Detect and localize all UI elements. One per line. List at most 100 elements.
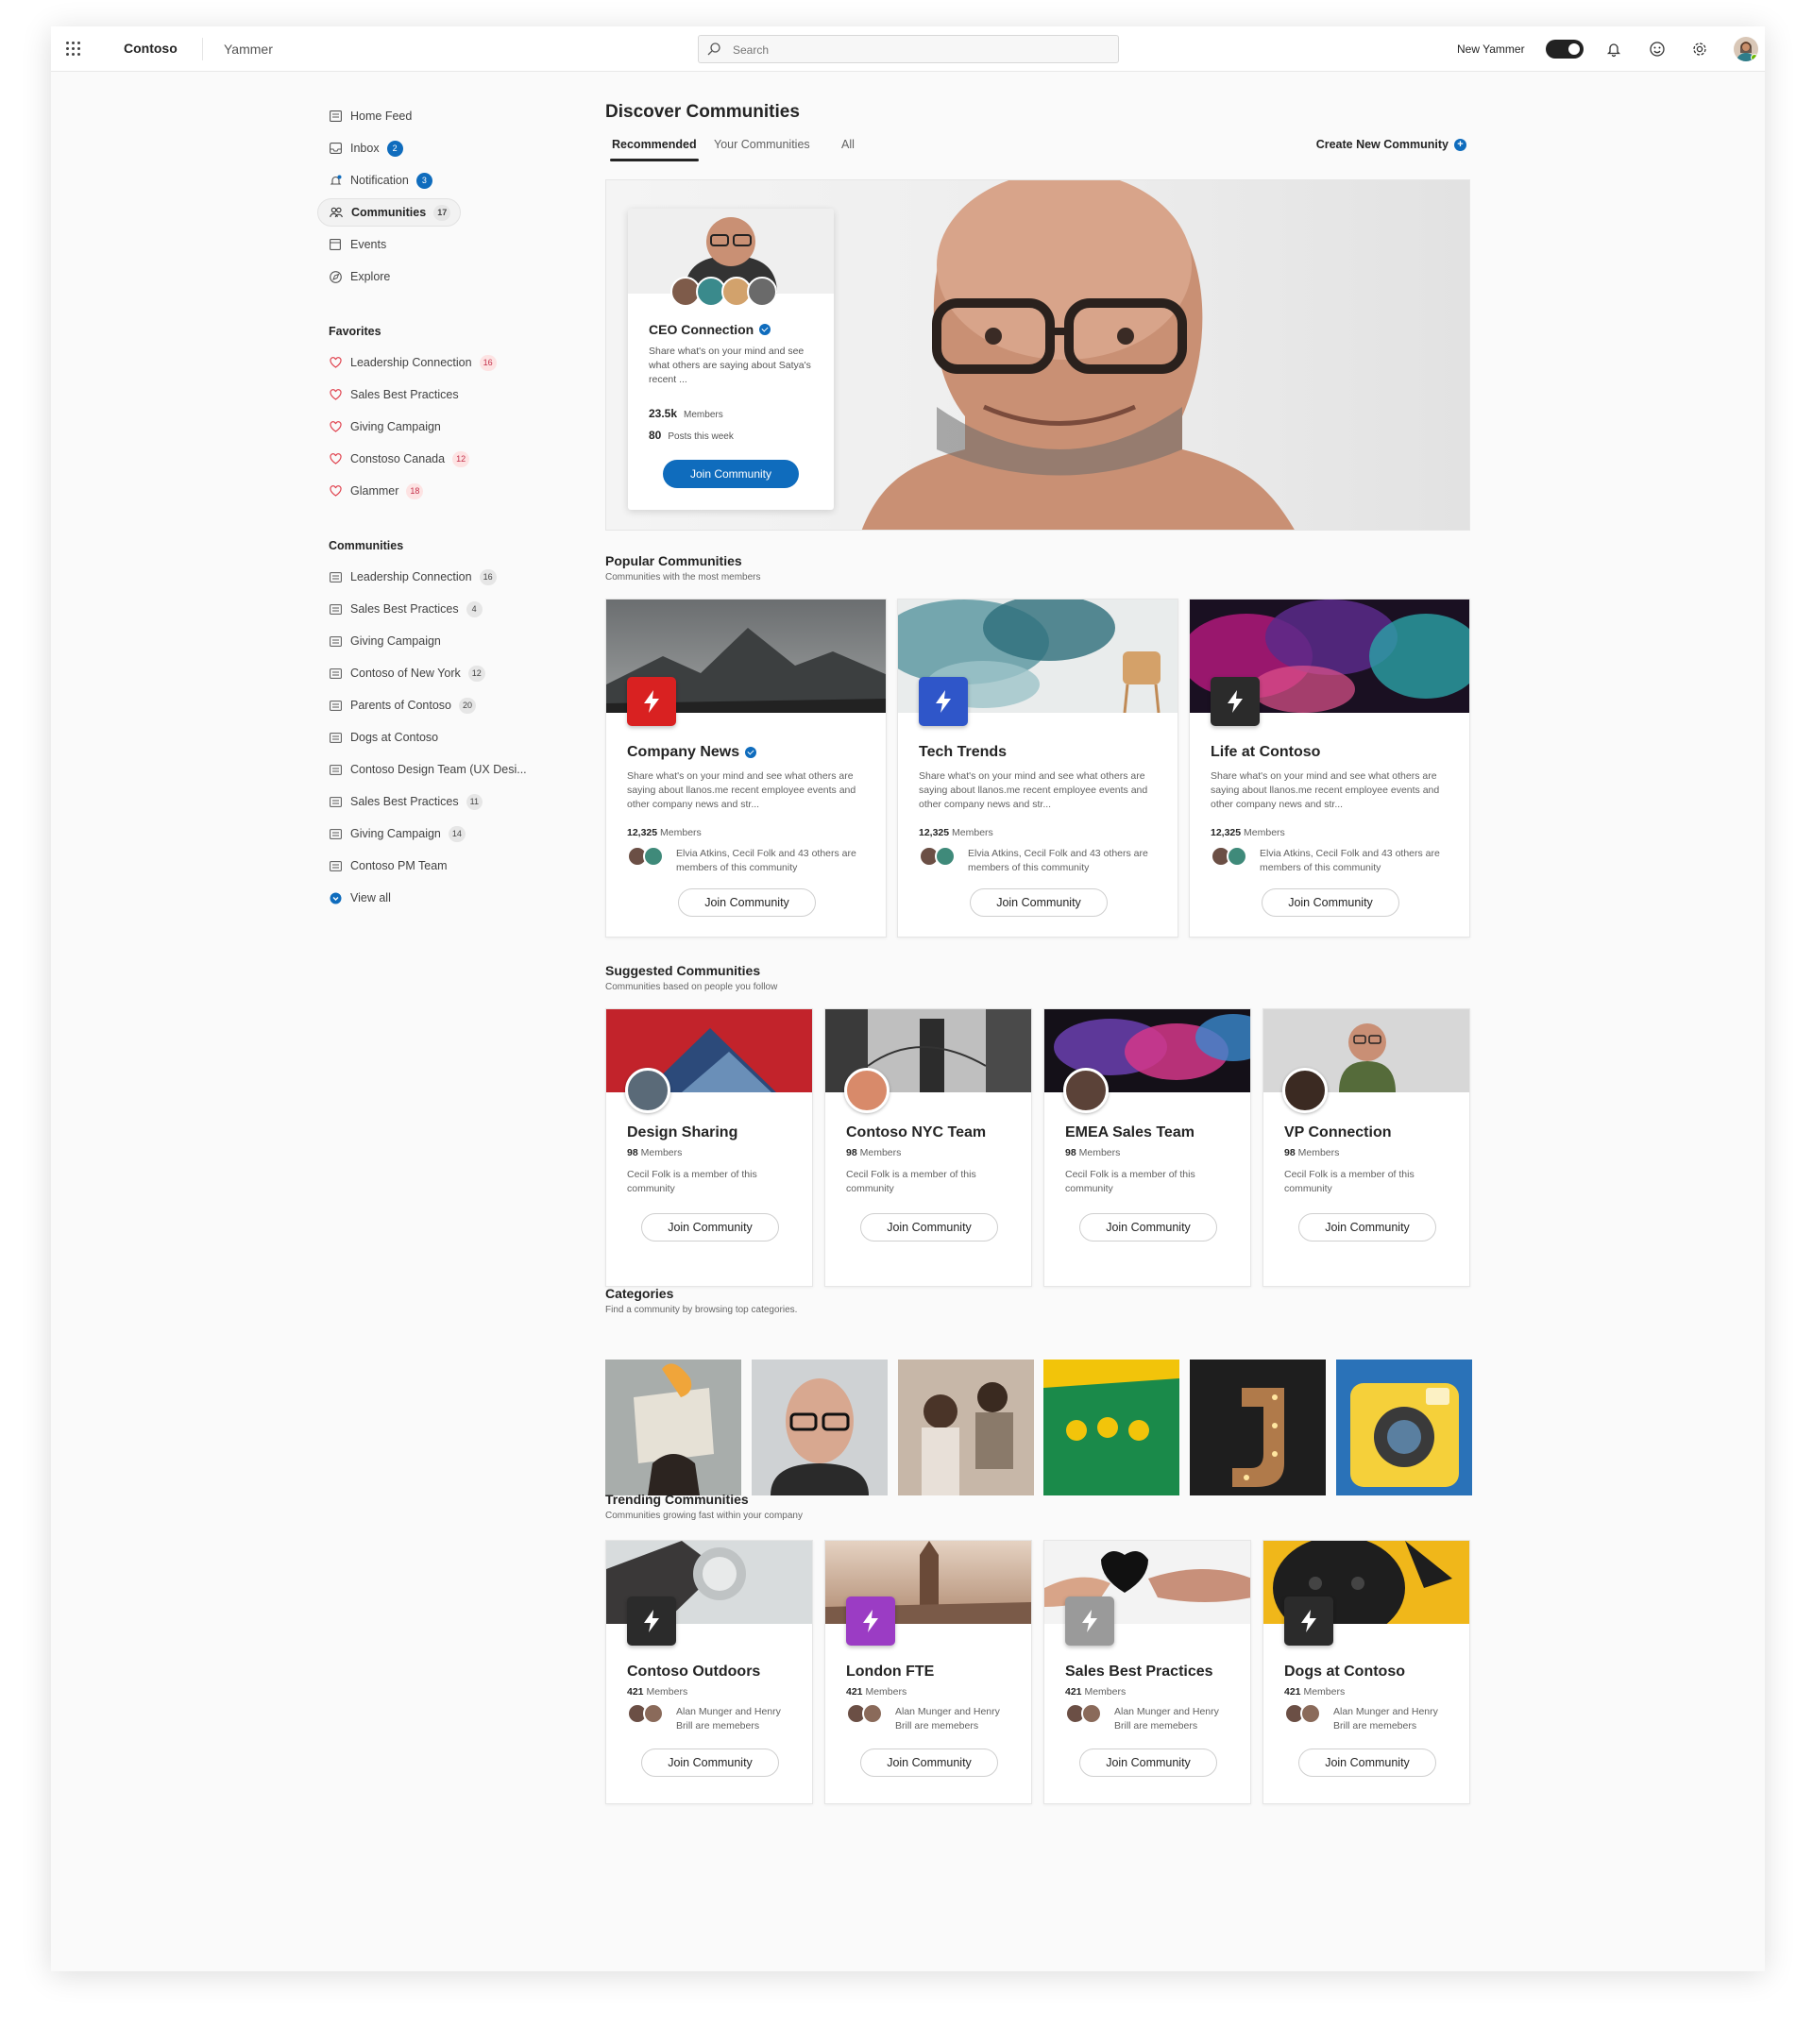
community-title: London FTE (846, 1664, 935, 1680)
favorite-item[interactable]: Leadership Connection 16 (329, 350, 497, 375)
bell-icon[interactable] (1604, 40, 1623, 59)
heart-icon (329, 388, 342, 401)
sidebar-item-events[interactable]: Events (329, 232, 386, 257)
sidebar-item-inbox[interactable]: Inbox 2 (329, 136, 403, 160)
community-label: Contoso Design Team (UX Desi... (350, 763, 527, 776)
favorite-item[interactable]: Sales Best Practices (329, 382, 459, 407)
community-description: Share what's on your mind and see what o… (627, 770, 856, 810)
join-community-button[interactable]: Join Community (1079, 1748, 1217, 1777)
trending-subtitle: Communities growing fast within your com… (605, 1511, 803, 1521)
community-logo-icon (1065, 1596, 1114, 1646)
join-community-button[interactable]: Join Community (1262, 888, 1399, 917)
community-title: EMEA Sales Team (1065, 1124, 1195, 1140)
suggested-card[interactable]: EMEA Sales Team 98 Members Cecil Folk is… (1043, 1008, 1251, 1287)
join-community-button[interactable]: Join Community (1298, 1213, 1436, 1242)
heart-icon (329, 484, 342, 498)
community-item[interactable]: Contoso of New York 12 (329, 661, 485, 685)
community-item[interactable]: Sales Best Practices 11 (329, 789, 483, 814)
community-item[interactable]: Leadership Connection 16 (329, 565, 497, 589)
community-item[interactable]: Sales Best Practices 4 (329, 597, 483, 621)
join-community-button[interactable]: Join Community (678, 888, 816, 917)
category-tile[interactable] (1190, 1360, 1326, 1495)
suggested-subtitle: Communities based on people you follow (605, 982, 778, 992)
category-tile[interactable] (1043, 1360, 1179, 1495)
community-members-text: Alan Munger and Henry Brill are memebers (895, 1706, 1000, 1731)
divider (202, 38, 203, 60)
smiley-icon[interactable] (1648, 40, 1667, 59)
tab-your-communities[interactable]: Your Communities (714, 138, 810, 151)
favorite-item[interactable]: Constoso Canada 12 (329, 447, 470, 471)
app-name[interactable]: Yammer (224, 42, 273, 57)
community-item[interactable]: Dogs at Contoso (329, 725, 438, 750)
new-yammer-toggle[interactable] (1546, 40, 1584, 59)
gear-icon[interactable] (1690, 40, 1709, 59)
join-community-button[interactable]: Join Community (860, 1213, 998, 1242)
suggested-card[interactable]: VP Connection 98 Members Cecil Folk is a… (1262, 1008, 1470, 1287)
community-item[interactable]: Contoso PM Team (329, 853, 448, 878)
trending-card[interactable]: Sales Best Practices 421 Members Alan Mu… (1043, 1540, 1251, 1804)
communities-heading: Communities (329, 539, 404, 552)
favorite-badge: 16 (479, 354, 497, 371)
view-all-link[interactable]: View all (329, 886, 391, 910)
join-community-button[interactable]: Join Community (641, 1748, 779, 1777)
join-community-button[interactable]: Join Community (860, 1748, 998, 1777)
community-members-text: Elvia Atkins, Cecil Folk and 43 others a… (676, 848, 856, 873)
sidebar-item-explore[interactable]: Explore (329, 264, 390, 289)
community-item[interactable]: Contoso Design Team (UX Desi... (329, 757, 527, 782)
hero-card-title: CEO Connection (649, 322, 771, 337)
user-avatar[interactable] (1734, 37, 1758, 61)
join-community-button[interactable]: Join Community (1079, 1213, 1217, 1242)
hero-community-card[interactable]: CEO Connection Share what's on your mind… (628, 209, 834, 510)
join-community-button[interactable]: Join Community (970, 888, 1108, 917)
community-members: 98 Members (1284, 1147, 1340, 1158)
community-members-text: Elvia Atkins, Cecil Folk and 43 others a… (968, 848, 1148, 873)
community-item[interactable]: Giving Campaign 14 (329, 821, 466, 846)
community-badge: 14 (448, 825, 466, 842)
trending-card[interactable]: Contoso Outdoors 421 Members Alan Munger… (605, 1540, 813, 1804)
join-community-button[interactable]: Join Community (1298, 1748, 1436, 1777)
community-members: 12,325 Members (919, 827, 993, 838)
community-item[interactable]: Giving Campaign (329, 629, 441, 653)
trending-card[interactable]: Dogs at Contoso 421 Members Alan Munger … (1262, 1540, 1470, 1804)
category-tile[interactable] (898, 1360, 1034, 1495)
app-window: Contoso Yammer Search New Yammer Home Fe… (51, 26, 1765, 1971)
popular-subtitle: Communities with the most members (605, 572, 761, 583)
sidebar-item-home-feed[interactable]: Home Feed (329, 104, 412, 128)
category-tile[interactable] (1336, 1360, 1472, 1495)
community-icon (329, 667, 342, 680)
community-title: Company News (627, 744, 757, 761)
popular-card[interactable]: Life at Contoso Share what's on your min… (1189, 599, 1470, 938)
hero-join-button[interactable]: Join Community (663, 460, 799, 488)
community-logo-icon (627, 1596, 676, 1646)
tab-all[interactable]: All (841, 138, 855, 151)
suggested-card[interactable]: Design Sharing 98 Members Cecil Folk is … (605, 1008, 813, 1287)
sidebar-item-notification[interactable]: Notification 3 (329, 168, 432, 193)
tab-recommended[interactable]: Recommended (610, 138, 699, 161)
search-input[interactable]: Search (698, 35, 1119, 63)
trending-card[interactable]: London FTE 421 Members Alan Munger and H… (824, 1540, 1032, 1804)
community-item[interactable]: Parents of Contoso 20 (329, 693, 477, 718)
sidebar-item-communities[interactable]: Communities 17 (317, 198, 462, 227)
favorite-item[interactable]: Glammer 18 (329, 479, 424, 503)
brand-name[interactable]: Contoso (124, 41, 178, 56)
tab-bar: Recommended Your Communities All Create … (605, 138, 1470, 166)
heart-icon (329, 420, 342, 433)
popular-card[interactable]: Company News Share what's on your mind a… (605, 599, 887, 938)
community-title: Design Sharing (627, 1124, 738, 1140)
category-tile[interactable] (605, 1360, 741, 1495)
community-label: Dogs at Contoso (350, 731, 439, 744)
category-tile[interactable] (752, 1360, 888, 1495)
hero-member-faces (670, 277, 777, 307)
waffle-icon[interactable] (66, 42, 81, 57)
favorite-item[interactable]: Giving Campaign (329, 414, 441, 439)
community-description: Share what's on your mind and see what o… (1211, 770, 1440, 810)
community-members: 98 Members (846, 1147, 902, 1158)
member-faces (919, 846, 956, 867)
suggested-card[interactable]: Contoso NYC Team 98 Members Cecil Folk i… (824, 1008, 1032, 1287)
community-label: Sales Best Practices (350, 602, 459, 616)
community-description: Share what's on your mind and see what o… (919, 770, 1148, 810)
calendar-icon (329, 238, 342, 251)
join-community-button[interactable]: Join Community (641, 1213, 779, 1242)
create-community-button[interactable]: Create New Community + (1316, 138, 1466, 151)
popular-card[interactable]: Tech Trends Share what's on your mind an… (897, 599, 1178, 938)
